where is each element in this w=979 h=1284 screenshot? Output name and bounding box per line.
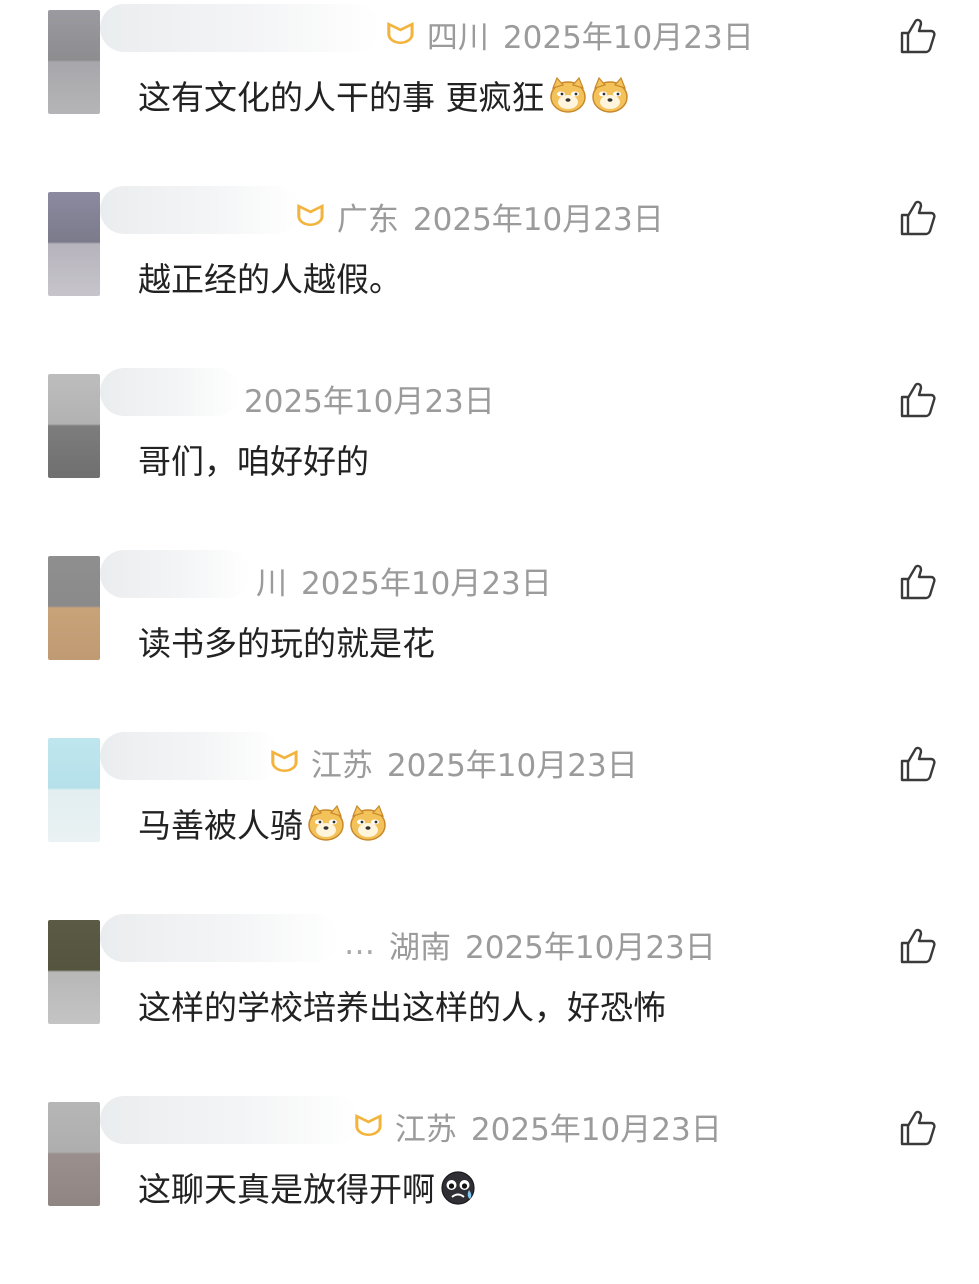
comment-date: 2025年10月23日 — [412, 201, 664, 238]
comment-text-row: 这样的学校培养出这样的人，好恐怖 — [138, 982, 666, 1028]
avatar[interactable] — [48, 10, 100, 114]
vip-badge-icon: ᗢ — [295, 198, 326, 234]
comment-meta: 2025年10月23日 — [244, 378, 495, 420]
comment-region: 江苏 — [310, 747, 373, 784]
thumbs-up-icon[interactable] — [898, 1108, 938, 1148]
comment-date: 2025年10月23日 — [244, 383, 495, 420]
thumbs-up-icon[interactable] — [898, 744, 938, 784]
comment-meta: ᗢ 广东 2025年10月23日 — [295, 196, 664, 238]
avatar[interactable] — [48, 374, 100, 478]
comment-region: 湖南 — [389, 929, 451, 966]
comment-date: 2025年10月23日 — [502, 19, 754, 56]
comment-meta: ᗢ 四川 2025年10月23日 — [385, 14, 754, 56]
avatar[interactable] — [48, 1102, 100, 1206]
comment-item[interactable]: 2025年10月23日 哥们，咱好好的 — [0, 368, 979, 556]
username-redacted — [100, 4, 380, 52]
username-redacted — [100, 550, 250, 598]
username-redacted — [100, 732, 280, 780]
avatar[interactable] — [48, 192, 100, 296]
doge-icon — [549, 76, 587, 114]
comment-text: 这样的学校培养出这样的人，好恐怖 — [138, 988, 666, 1027]
comment-meta: 川 2025年10月23日 — [256, 560, 552, 602]
comment-text-row: 越正经的人越假。 — [138, 254, 402, 300]
comment-item[interactable]: 川 2025年10月23日 读书多的玩的就是花 — [0, 550, 979, 738]
username-redacted — [100, 1096, 360, 1144]
comment-text: 这聊天真是放得开啊 — [138, 1170, 435, 1209]
comment-item[interactable]: ᗢ 广东 2025年10月23日 越正经的人越假。 — [0, 186, 979, 374]
comment-date: 2025年10月23日 — [470, 1111, 722, 1148]
comment-region: 广东 — [336, 201, 399, 238]
comment-region: 四川 — [426, 19, 489, 56]
comment-text-row: 读书多的玩的就是花 — [138, 618, 435, 664]
username-redacted — [100, 186, 300, 234]
username-ellipsis: … — [344, 926, 375, 962]
comment-text: 马善被人骑 — [138, 806, 303, 845]
comment-text: 哥们，咱好好的 — [138, 442, 369, 481]
comment-region: 江苏 — [394, 1111, 457, 1148]
avatar[interactable] — [48, 556, 100, 660]
comment-text-row: 哥们，咱好好的 — [138, 436, 369, 482]
comment-meta: … 湖南 2025年10月23日 — [344, 924, 716, 966]
avatar[interactable] — [48, 920, 100, 1024]
thumbs-up-icon[interactable] — [898, 562, 938, 602]
comment-item[interactable]: ᗢ 四川 2025年10月23日 这有文化的人干的事 更疯狂 — [0, 4, 979, 192]
comment-region: 川 — [256, 565, 287, 602]
avatar[interactable] — [48, 738, 100, 842]
comment-meta: ᗢ 江苏 2025年10月23日 — [353, 1106, 722, 1148]
comment-item[interactable]: … 湖南 2025年10月23日 这样的学校培养出这样的人，好恐怖 — [0, 914, 979, 1102]
username-redacted — [100, 914, 340, 962]
thumbs-up-icon[interactable] — [898, 926, 938, 966]
comment-text-row: 这聊天真是放得开啊 — [138, 1164, 477, 1210]
username-redacted — [100, 368, 240, 416]
comment-text-row: 这有文化的人干的事 更疯狂 — [138, 72, 629, 118]
comment-text: 读书多的玩的就是花 — [138, 624, 435, 663]
vip-badge-icon: ᗢ — [269, 744, 300, 780]
thumbs-up-icon[interactable] — [898, 380, 938, 420]
doge-icon — [591, 76, 629, 114]
comment-text: 这有文化的人干的事 更疯狂 — [138, 78, 545, 117]
comment-meta: ᗢ 江苏 2025年10月23日 — [269, 742, 638, 784]
crying-face-icon — [439, 1168, 477, 1206]
comment-date: 2025年10月23日 — [465, 929, 716, 966]
comment-item[interactable]: ᗢ 江苏 2025年10月23日 马善被人骑 — [0, 732, 979, 920]
comment-item[interactable]: ᗢ 江苏 2025年10月23日 这聊天真是放得开啊 — [0, 1096, 979, 1284]
vip-badge-icon: ᗢ — [385, 16, 416, 52]
thumbs-up-icon[interactable] — [898, 16, 938, 56]
thumbs-up-icon[interactable] — [898, 198, 938, 238]
comment-date: 2025年10月23日 — [301, 565, 552, 602]
comment-text-row: 马善被人骑 — [138, 800, 387, 846]
comment-text: 越正经的人越假。 — [138, 260, 402, 299]
doge-icon — [307, 804, 345, 842]
vip-badge-icon: ᗢ — [353, 1108, 384, 1144]
doge-icon — [349, 804, 387, 842]
comment-date: 2025年10月23日 — [386, 747, 638, 784]
